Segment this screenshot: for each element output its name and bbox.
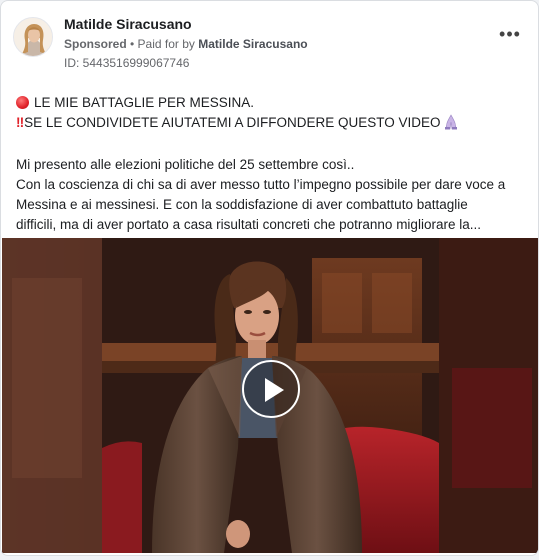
post-text: LE MIE BATTAGLIE PER MESSINA. ‼SE LE CON… (16, 93, 528, 235)
avatar-portrait-icon (14, 18, 52, 56)
paid-for-name: Matilde Siracusano (198, 37, 308, 51)
text-line: Con la coscienza di chi sa di aver messo… (16, 177, 506, 193)
play-icon (265, 378, 284, 402)
praying-hands-icon (444, 114, 458, 136)
red-circle-icon (16, 96, 29, 109)
text-line: Mi presento alle elezioni politiche del … (16, 157, 355, 173)
more-options-icon[interactable]: ••• (496, 25, 524, 47)
text-line-title: LE MIE BATTAGLIE PER MESSINA. (16, 93, 528, 113)
page-avatar[interactable] (13, 17, 53, 57)
text-line: Messina e ai messinesi. E con la soddisf… (16, 196, 468, 212)
meta-separator: • (126, 37, 138, 51)
ad-card: Matilde Siracusano Sponsored • Paid for … (0, 0, 539, 556)
text-line: difficili, ma di aver portato a casa ris… (16, 216, 481, 232)
post-header: Matilde Siracusano Sponsored • Paid for … (13, 13, 526, 71)
double-exclamation-icon: ‼ (16, 114, 25, 130)
play-button[interactable] (242, 360, 300, 418)
sponsored-label: Sponsored (64, 37, 127, 51)
video-player[interactable] (2, 238, 538, 553)
ad-id: ID: 5443516999067746 (64, 56, 190, 70)
page-name[interactable]: Matilde Siracusano (64, 16, 192, 32)
text-line-share: ‼SE LE CONDIVIDETE AIUTATEMI A DIFFONDER… (16, 113, 528, 136)
paid-for-label: Paid for by (137, 37, 199, 51)
sponsorship-line: Sponsored • Paid for by Matilde Siracusa… (64, 37, 308, 51)
